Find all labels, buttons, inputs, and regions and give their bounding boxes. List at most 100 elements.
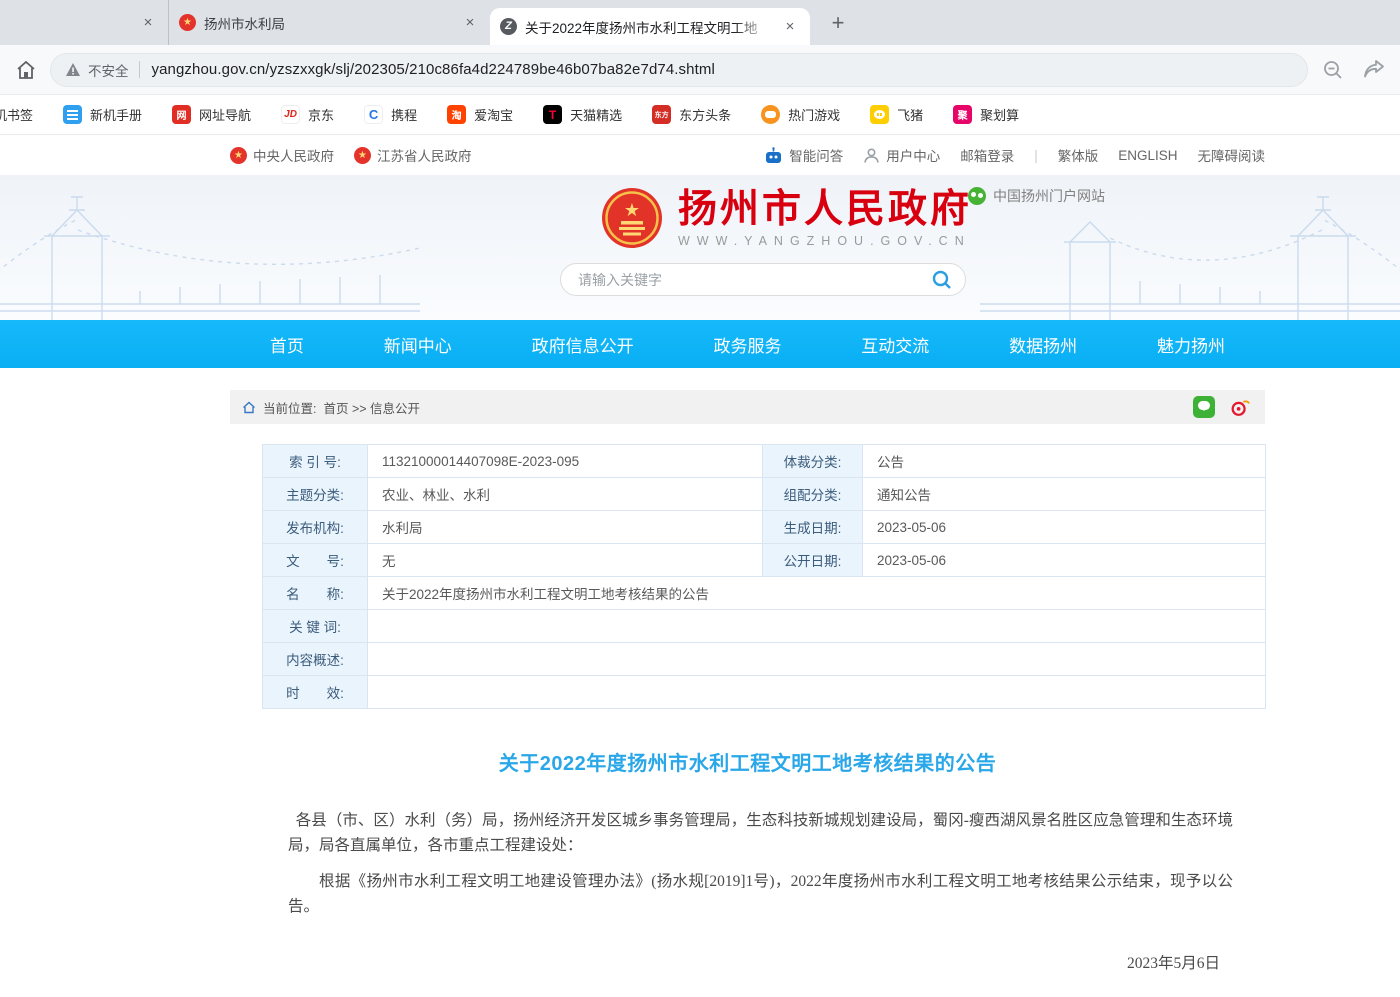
user-icon [863, 147, 880, 164]
link-smart-qa[interactable]: 智能问答 [764, 145, 843, 165]
url-text[interactable]: yangzhou.gov.cn/yzszxxgk/slj/202305/210c… [152, 61, 715, 78]
bookmark-games[interactable]: 热门游戏 [761, 105, 840, 124]
site-header-banner: ★ 扬州市人民政府 WWW.YANGZHOU.GOV.CN 中国扬州门户网站 [0, 175, 1400, 320]
nav-item-info-disclosure[interactable]: 政府信息公开 [532, 332, 634, 357]
tmall-icon: T [543, 105, 562, 124]
tab-title: 关于2022年度扬州市水利工程文明工地 [525, 17, 772, 37]
nav-item-services[interactable]: 政务服务 [713, 332, 781, 357]
bookmark-jd[interactable]: JD 京东 [281, 105, 334, 124]
tab-shuiliju[interactable]: ★ 扬州市水利局 × [168, 0, 490, 45]
meta-value [368, 676, 1266, 709]
article-title: 关于2022年度扬州市水利工程文明工地考核结果的公告 [230, 747, 1265, 776]
tab-partial[interactable]: × [0, 0, 168, 45]
table-row: 内容概述: [263, 643, 1266, 676]
meta-value: 无 [368, 544, 763, 577]
meta-value: 关于2022年度扬州市水利工程文明工地考核结果的公告 [368, 577, 1266, 610]
link-central-gov[interactable]: ★ 中央人民政府 [230, 145, 334, 165]
meta-value: 水利局 [368, 511, 763, 544]
bookmark-manual[interactable]: 新机手册 [63, 105, 142, 124]
juhuasuan-icon: 聚 [953, 105, 972, 124]
jd-icon: JD [281, 105, 300, 124]
bookmark-label: 爱淘宝 [474, 105, 513, 124]
bookmark-partial[interactable]: 机书签 [0, 105, 33, 124]
nav-site-icon: 网 [172, 105, 191, 124]
site-url: WWW.YANGZHOU.GOV.CN [678, 234, 972, 248]
bridge-artwork-left [0, 180, 420, 320]
wechat-icon [968, 187, 986, 205]
bookmark-ctrip[interactable]: C 携程 [364, 105, 417, 124]
nav-item-home[interactable]: 首页 [270, 332, 304, 357]
bookmark-label: 新机手册 [90, 105, 142, 124]
search-icon[interactable] [931, 269, 953, 291]
zoom-out-icon[interactable] [1322, 59, 1344, 81]
tab-active-announcement[interactable]: Z 关于2022年度扬州市水利工程文明工地 × [490, 8, 810, 45]
breadcrumb-path[interactable]: 首页 >> 信息公开 [323, 398, 420, 417]
link-english[interactable]: ENGLISH [1118, 148, 1177, 163]
nav-item-data[interactable]: 数据扬州 [1009, 332, 1077, 357]
url-field[interactable]: 不安全 yangzhou.gov.cn/yzszxxgk/slj/202305/… [50, 53, 1308, 87]
meta-label: 时 效: [263, 676, 368, 709]
bookmark-toutiao[interactable]: 东方 东方头条 [652, 105, 731, 124]
table-row: 关 键 词: [263, 610, 1266, 643]
site-search [560, 263, 966, 296]
link-label: ENGLISH [1118, 148, 1177, 163]
meta-label: 内容概述: [263, 643, 368, 676]
nav-item-news[interactable]: 新闻中心 [384, 332, 452, 357]
nav-item-charm[interactable]: 魅力扬州 [1157, 332, 1225, 357]
meta-value: 公告 [863, 445, 1266, 478]
bookmark-label: 机书签 [0, 105, 33, 124]
new-tab-button[interactable]: + [824, 10, 852, 38]
link-jiangsu-gov[interactable]: ★ 江苏省人民政府 [354, 145, 472, 165]
emblem-icon: ★ [230, 147, 247, 164]
meta-label: 体裁分类: [763, 445, 863, 478]
meta-label: 公开日期: [763, 544, 863, 577]
portal-label[interactable]: 中国扬州门户网站 [968, 186, 1105, 206]
ctrip-icon: C [364, 105, 383, 124]
share-wechat-icon[interactable] [1193, 396, 1215, 418]
site-utility-bar: ★ 中央人民政府 ★ 江苏省人民政府 智能问答 用户中心 [0, 135, 1400, 175]
link-user-center[interactable]: 用户中心 [863, 145, 940, 165]
link-accessible[interactable]: 无障碍阅读 [1198, 145, 1266, 165]
bookmark-tmall[interactable]: T 天猫精选 [543, 105, 622, 124]
site-name: 扬州市人民政府 [678, 189, 972, 231]
close-icon[interactable]: × [138, 13, 158, 33]
link-traditional[interactable]: 繁体版 [1058, 145, 1099, 165]
close-icon[interactable]: × [460, 13, 480, 33]
link-label: 江苏省人民政府 [377, 145, 472, 165]
share-weibo-icon[interactable] [1229, 396, 1251, 418]
table-row: 索 引 号: 11321000014407098E-2023-095 体裁分类:… [263, 445, 1266, 478]
article-paragraph: 根据《扬州市水利工程文明工地建设管理办法》(扬水规[2019]1号)，2022年… [230, 869, 1265, 919]
meta-label: 文 号: [263, 544, 368, 577]
portal-label-text: 中国扬州门户网站 [993, 186, 1105, 206]
home-icon[interactable] [242, 401, 256, 414]
link-label: 繁体版 [1058, 145, 1099, 165]
table-row: 发布机构: 水利局 生成日期: 2023-05-06 [263, 511, 1266, 544]
metadata-table: 索 引 号: 11321000014407098E-2023-095 体裁分类:… [262, 444, 1266, 709]
main-nav: 首页 新闻中心 政府信息公开 政务服务 互动交流 数据扬州 魅力扬州 [0, 320, 1400, 368]
close-icon[interactable]: × [780, 17, 800, 37]
site-logo[interactable]: ★ 扬州市人民政府 WWW.YANGZHOU.GOV.CN [600, 186, 972, 250]
national-emblem-icon: ★ [600, 186, 664, 250]
search-input[interactable] [578, 272, 931, 288]
nav-item-interaction[interactable]: 互动交流 [861, 332, 929, 357]
content-card: 当前位置: 首页 >> 信息公开 索 引 号: 1132100001440709… [230, 390, 1265, 997]
home-icon[interactable] [14, 58, 38, 82]
browser-tab-bar: × ★ 扬州市水利局 × Z 关于2022年度扬州市水利工程文明工地 × + [0, 0, 1400, 45]
bookmark-juhuasuan[interactable]: 聚 聚划算 [953, 105, 1019, 124]
address-bar: 不安全 yangzhou.gov.cn/yzszxxgk/slj/202305/… [0, 45, 1400, 95]
meta-value: 农业、林业、水利 [368, 478, 763, 511]
bookmark-navsite[interactable]: 网 网址导航 [172, 105, 251, 124]
meta-label: 关 键 词: [263, 610, 368, 643]
meta-value: 11321000014407098E-2023-095 [368, 445, 763, 478]
bookmark-taobao[interactable]: 淘 爱淘宝 [447, 105, 513, 124]
bookmark-label: 携程 [391, 105, 417, 124]
bookmark-fliggy[interactable]: 飞猪 [870, 105, 923, 124]
article: 关于2022年度扬州市水利工程文明工地考核结果的公告 各县（市、区）水利（务）局… [230, 747, 1265, 997]
link-mail-login[interactable]: 邮箱登录 [960, 145, 1014, 165]
manual-icon [63, 105, 82, 124]
security-label[interactable]: 不安全 [88, 60, 129, 80]
svg-text:★: ★ [624, 200, 640, 220]
link-label: 邮箱登录 [960, 145, 1014, 165]
meta-label: 发布机构: [263, 511, 368, 544]
share-icon[interactable] [1362, 59, 1386, 81]
